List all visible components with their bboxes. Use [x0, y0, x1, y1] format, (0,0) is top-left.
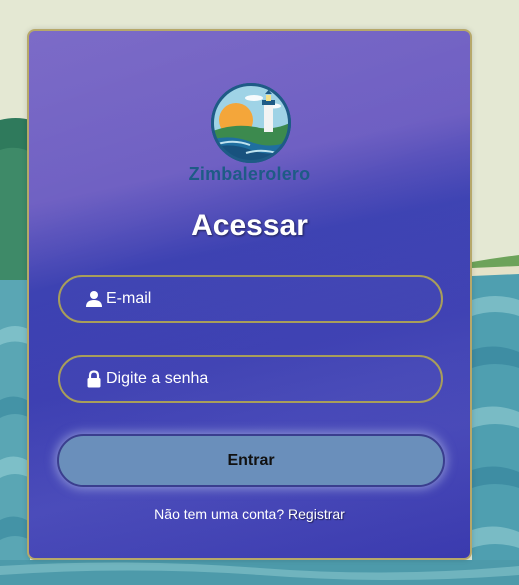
register-link[interactable]: Registrar	[288, 506, 345, 522]
brand-name: Zimbalerolero	[188, 164, 311, 184]
page-title: Acessar	[191, 209, 308, 242]
signup-footer: Não tem uma conta? Registrar	[29, 506, 470, 522]
user-icon	[86, 291, 102, 307]
signup-prompt: Não tem uma conta?	[154, 506, 285, 522]
email-input[interactable]	[106, 277, 426, 321]
submit-button[interactable]: Entrar	[57, 434, 445, 487]
email-field[interactable]	[58, 275, 443, 323]
lighthouse-logo	[211, 83, 291, 163]
login-card: Zimbalerolero Acessar Entrar Não tem uma…	[27, 29, 472, 560]
password-input[interactable]	[106, 357, 426, 401]
lock-icon	[87, 370, 101, 388]
password-field[interactable]	[58, 355, 443, 403]
